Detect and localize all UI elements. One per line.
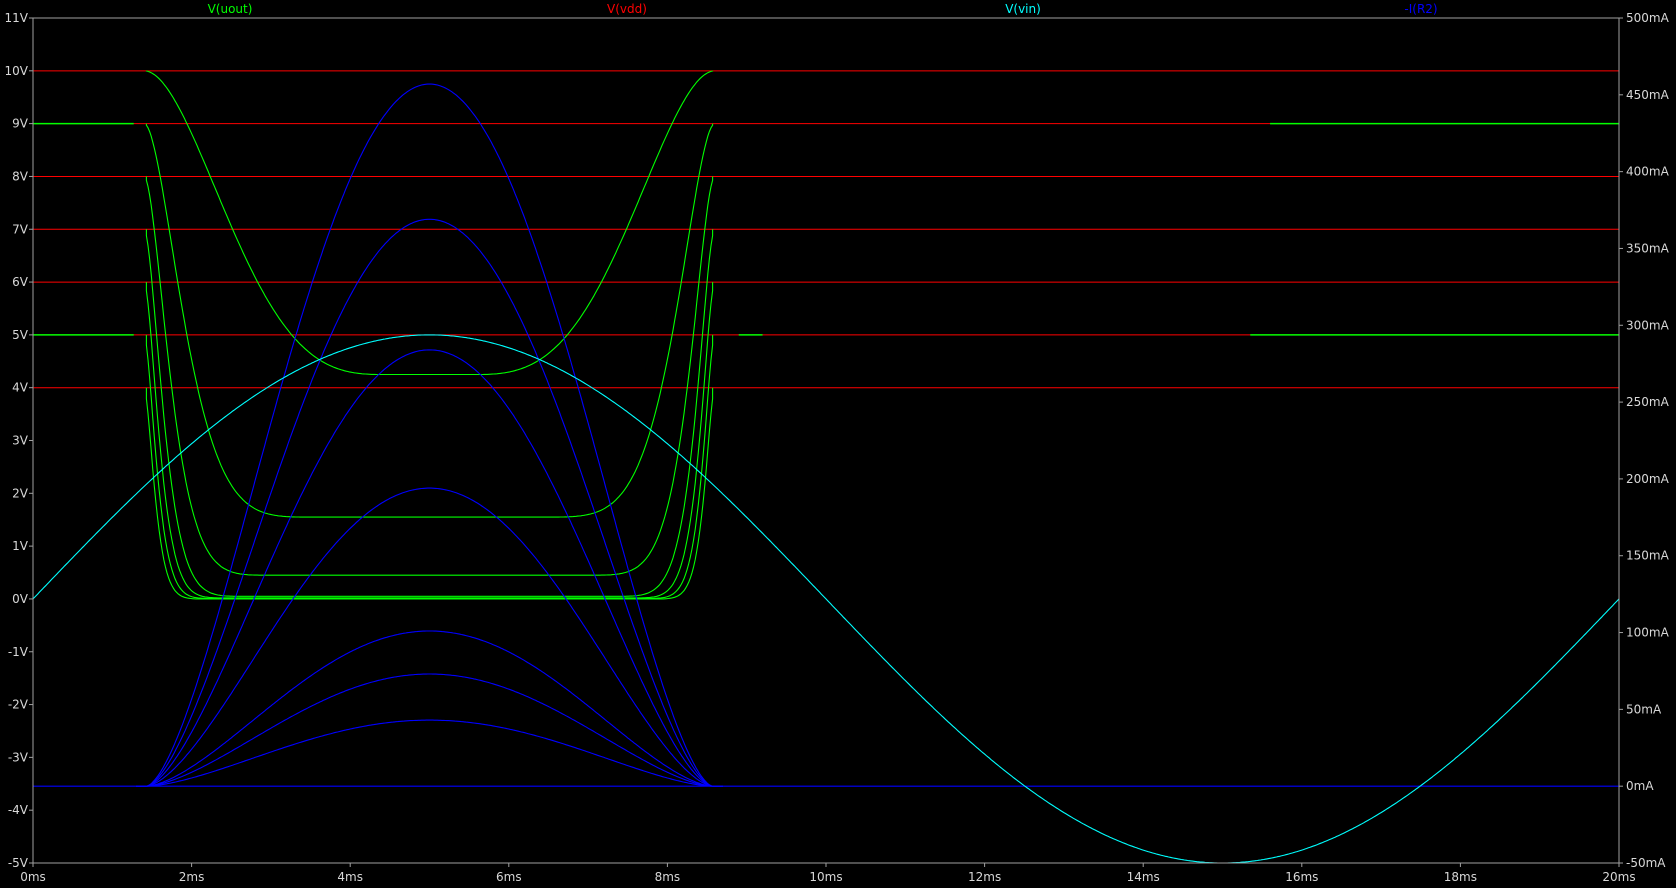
- y-left-tick-label: 4V: [12, 381, 29, 395]
- legend-label: V(vdd): [607, 2, 647, 16]
- x-tick-label: 4ms: [337, 870, 363, 884]
- y-left-tick-label: 10V: [5, 64, 29, 78]
- y-left-tick-label: 0V: [12, 592, 29, 606]
- y-right-tick-label: 350mA: [1626, 241, 1670, 255]
- y-left-tick-label: 9V: [12, 117, 29, 131]
- x-tick-label: 14ms: [1127, 870, 1160, 884]
- x-tick-label: 10ms: [809, 870, 842, 884]
- y-right-tick-label: 500mA: [1626, 11, 1670, 25]
- x-tick-label: 6ms: [496, 870, 522, 884]
- y-right-tick-label: 200mA: [1626, 472, 1670, 486]
- y-left-tick-label: 7V: [12, 222, 29, 236]
- y-right-tick-label: 450mA: [1626, 88, 1670, 102]
- x-tick-label: 16ms: [1285, 870, 1318, 884]
- x-tick-label: 20ms: [1602, 870, 1635, 884]
- x-tick-label: 2ms: [179, 870, 205, 884]
- y-left-tick-label: 3V: [12, 434, 29, 448]
- y-left-tick-label: 2V: [12, 486, 29, 500]
- y-right-tick-label: 50mA: [1626, 702, 1662, 716]
- y-left-tick-label: 1V: [12, 539, 29, 553]
- y-right-tick-label: 100mA: [1626, 626, 1670, 640]
- y-left-tick-label: -4V: [8, 803, 29, 817]
- x-tick-label: 18ms: [1444, 870, 1477, 884]
- legend-label: V(vin): [1005, 2, 1041, 16]
- y-left-tick-label: 11V: [5, 11, 29, 25]
- y-right-tick-label: 150mA: [1626, 549, 1670, 563]
- y-left-tick-label: 8V: [12, 169, 29, 183]
- y-left-tick-label: -2V: [8, 698, 29, 712]
- legend-label: -I(R2): [1404, 2, 1437, 16]
- y-right-tick-label: 300mA: [1626, 318, 1670, 332]
- y-right-tick-label: 0mA: [1626, 779, 1654, 793]
- y-left-tick-label: -1V: [8, 645, 29, 659]
- y-left-tick-label: 5V: [12, 328, 29, 342]
- waveform-plot: -5V -4V -3V -2V -1V 0V 1V 2V 3V 4V 5V 6V 7V 8V 9V 10V 11…: [0, 0, 1676, 888]
- x-tick-label: 8ms: [655, 870, 681, 884]
- y-left-tick-label: -3V: [8, 750, 29, 764]
- x-tick-label: 12ms: [968, 870, 1001, 884]
- x-tick-label: 0ms: [20, 870, 46, 884]
- y-right-tick-label: -50mA: [1626, 856, 1666, 870]
- y-right-tick-label: 250mA: [1626, 395, 1670, 409]
- y-right-tick-label: 400mA: [1626, 165, 1670, 179]
- y-left-tick-label: -5V: [8, 856, 29, 870]
- y-left-tick-label: 6V: [12, 275, 29, 289]
- legend-label: V(uout): [208, 2, 253, 16]
- plot-background: [0, 0, 1676, 888]
